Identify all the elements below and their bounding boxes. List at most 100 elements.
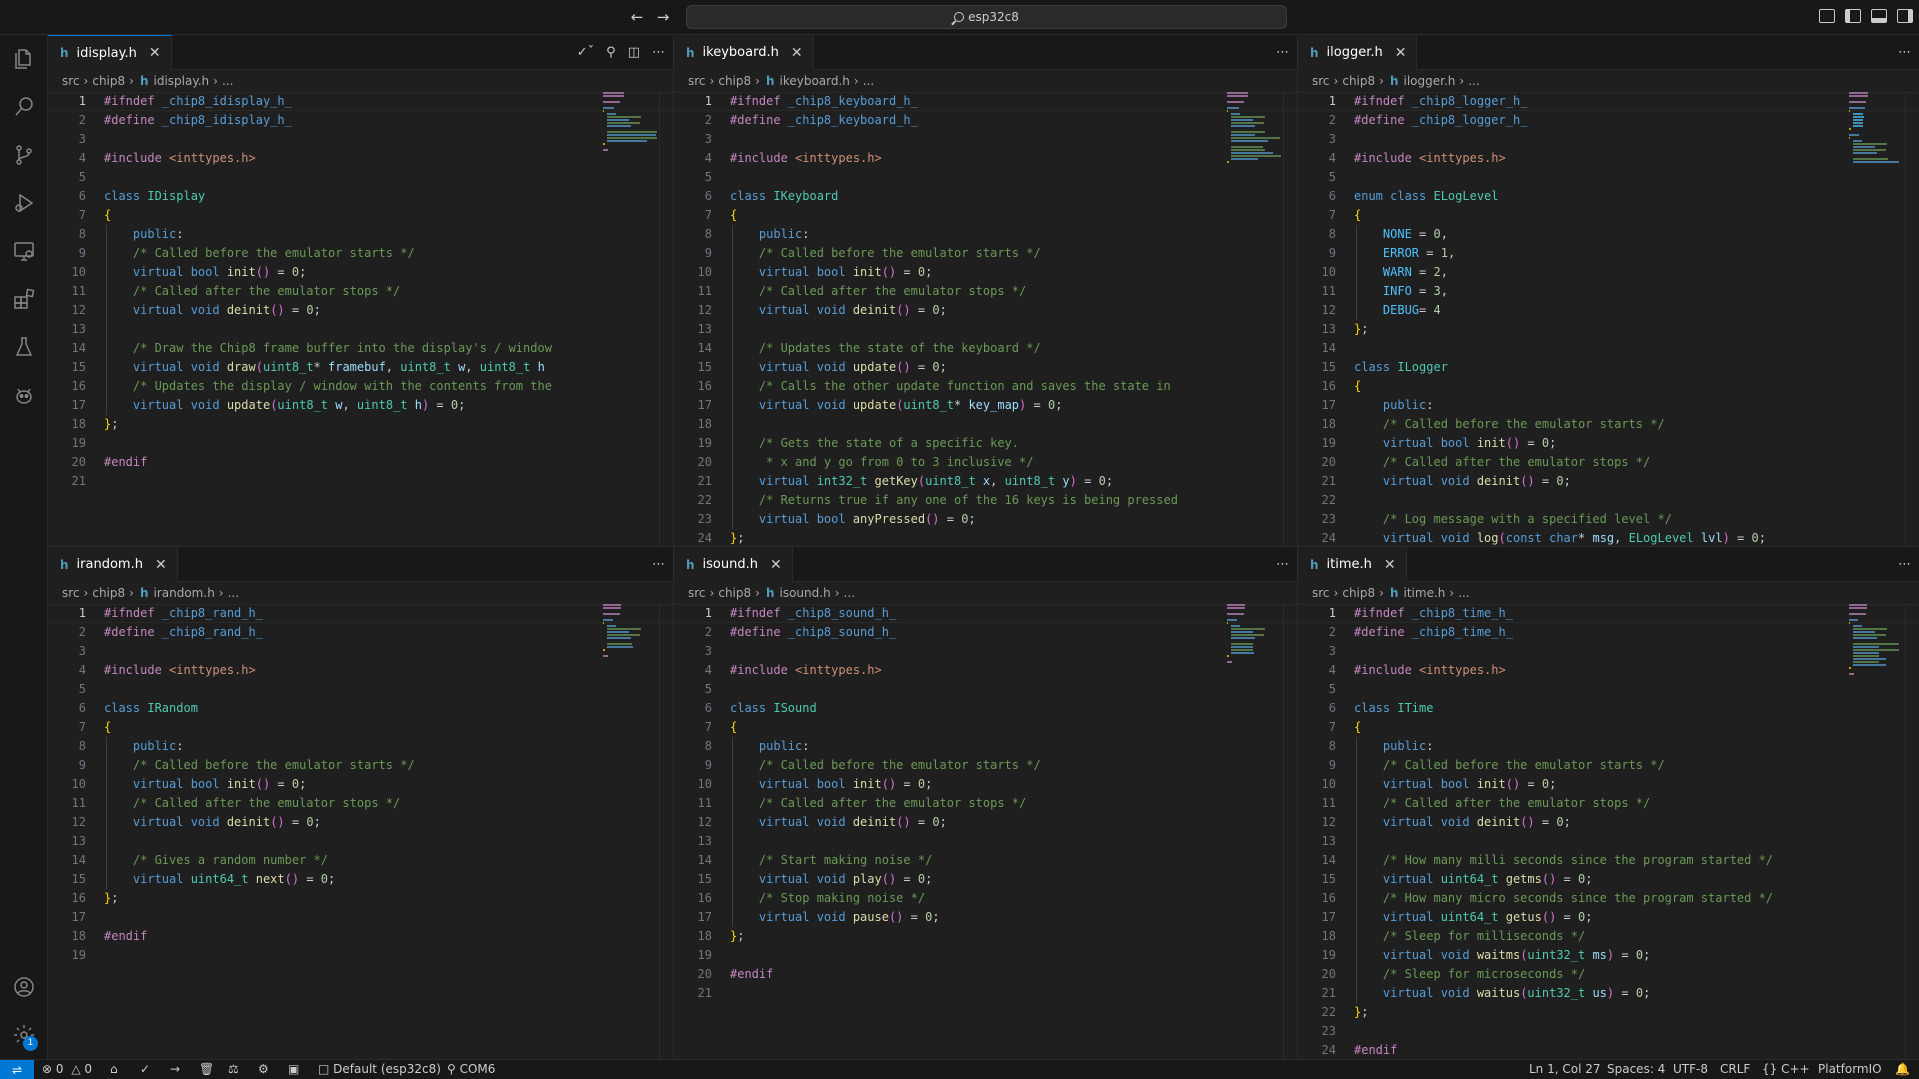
code-editor[interactable]: 1 2 3 4 5 6 7 8 9 10 11 12 13 14 15 16 17 18 19 20 21 22 23 24 #… [1298,92,1919,546]
editor-tab[interactable]: h ilogger.h ✕ [1298,35,1418,70]
language-mode-selector[interactable]: {} C++ [1762,1060,1810,1079]
breadcrumb-item[interactable]: src [688,74,706,88]
breadcrumb-item[interactable]: src [688,586,706,600]
notifications-bell-icon[interactable]: 🔔 [1895,1060,1910,1079]
breadcrumb-item[interactable]: src [62,586,80,600]
search-icon[interactable] [0,83,48,131]
breadcrumb-item[interactable]: itime.h [1404,586,1446,600]
more-actions-icon[interactable]: ⋯ [1276,45,1289,60]
cursor-position[interactable]: Ln 1, Col 27 [1529,1060,1601,1079]
extensions-icon[interactable] [0,275,48,323]
breadcrumb-item[interactable]: ... [222,74,233,88]
explorer-icon[interactable] [0,35,48,83]
vertical-scrollbar[interactable] [659,604,673,1059]
vertical-scrollbar[interactable] [1905,604,1919,1059]
breadcrumb-item[interactable]: ... [863,74,874,88]
toggle-primary-sidebar-icon[interactable] [1845,9,1861,23]
platformio-test-icon[interactable]: ⚖ [228,1060,239,1079]
settings-gear-icon[interactable]: 1 [0,1011,48,1059]
split-editor-icon[interactable]: ◫ [628,45,640,60]
breadcrumb-item[interactable]: src [1312,74,1330,88]
code-editor[interactable]: 1 2 3 4 5 6 7 8 9 10 11 12 13 14 15 16 17 18 19 20 21 #ifndef… [674,604,1297,1059]
vertical-scrollbar[interactable] [1905,92,1919,546]
remote-indicator-icon[interactable]: ⇌ [0,1060,34,1079]
forward-arrow-icon[interactable]: → [652,6,674,28]
back-arrow-icon[interactable]: ← [626,6,648,28]
breadcrumb-item[interactable]: chip8 [718,586,751,600]
breadcrumb-item[interactable]: chip8 [1342,74,1375,88]
eol-selector[interactable]: CRLF [1720,1060,1750,1079]
testing-icon[interactable] [0,323,48,371]
more-actions-icon[interactable]: ⋯ [652,557,665,572]
close-icon[interactable]: ✕ [770,557,782,573]
breadcrumb-item[interactable]: chip8 [92,74,125,88]
source-control-icon[interactable] [0,131,48,179]
platformio-plug-icon[interactable]: ⚲ [606,45,616,60]
minimap[interactable] [603,604,659,764]
breadcrumb-item[interactable]: ... [1458,586,1469,600]
platformio-home-icon[interactable]: ⌂ [110,1060,118,1079]
breadcrumb-item[interactable]: ... [844,586,855,600]
platformio-monitor-icon[interactable]: ⚙ [258,1060,269,1079]
code-editor[interactable]: 1 2 3 4 5 6 7 8 9 10 11 12 13 14 15 16 17 18 19 20 21 #ifndef… [48,92,673,546]
platformio-build-icon[interactable]: ✓ [140,1060,150,1079]
customize-layout-icon[interactable] [1819,9,1835,23]
more-actions-icon[interactable]: ⋯ [1898,557,1911,572]
platformio-status[interactable]: PlatformIO [1818,1060,1882,1079]
code-content[interactable]: #ifndef _chip8_logger_h_ #define _chip8_l… [1354,92,1849,546]
editor-tab[interactable]: h itime.h ✕ [1298,547,1407,582]
minimap[interactable] [1227,92,1283,252]
close-icon[interactable]: ✕ [1384,557,1396,573]
breadcrumb-item[interactable]: idisplay.h [154,74,210,88]
editor-tab[interactable]: h isound.h ✕ [674,547,793,582]
close-icon[interactable]: ✕ [791,45,803,61]
encoding-selector[interactable]: UTF-8 [1673,1060,1708,1079]
code-content[interactable]: #ifndef _chip8_time_h_ #define _chip8_tim… [1354,604,1849,1059]
command-center-search[interactable]: esp32c8 [686,5,1287,29]
editor-tab[interactable]: h idisplay.h ✕ [48,35,172,70]
code-editor[interactable]: 1 2 3 4 5 6 7 8 9 10 11 12 13 14 15 16 17 18 19 20 21 22 23 24 #… [1298,604,1919,1059]
code-editor[interactable]: 1 2 3 4 5 6 7 8 9 10 11 12 13 14 15 16 17 18 19 #ifndef _ch… [48,604,673,1059]
more-actions-icon[interactable]: ⋯ [1898,45,1911,60]
code-content[interactable]: #ifndef _chip8_idisplay_h_ #define _chip8… [104,92,603,491]
breadcrumb-item[interactable]: ilogger.h [1404,74,1456,88]
toggle-secondary-sidebar-icon[interactable] [1897,9,1913,23]
breadcrumb-item[interactable]: ... [1468,74,1479,88]
editor-group-divider[interactable] [673,35,674,1059]
minimap[interactable] [603,92,659,252]
breadcrumb-item[interactable]: chip8 [92,586,125,600]
code-content[interactable]: #ifndef _chip8_keyboard_h_ #define _chip8… [730,92,1227,546]
run-debug-icon[interactable] [0,179,48,227]
minimap[interactable] [1227,604,1283,764]
remote-explorer-icon[interactable] [0,227,48,275]
minimap[interactable] [1849,92,1905,252]
problems-indicator[interactable]: ⊗ 0 △ 0 [42,1060,92,1079]
editor-group-divider[interactable] [1297,35,1298,1059]
vertical-scrollbar[interactable] [1283,604,1297,1059]
minimap[interactable] [1849,604,1905,764]
close-icon[interactable]: ✕ [1395,45,1407,61]
code-editor[interactable]: 1 2 3 4 5 6 7 8 9 10 11 12 13 14 15 16 17 18 19 20 21 22 23 24 #… [674,92,1297,546]
breadcrumb-item[interactable]: src [62,74,80,88]
serial-port-switcher[interactable]: ⚲ COM6 [447,1060,495,1079]
more-actions-icon[interactable]: ⋯ [1276,557,1289,572]
breadcrumb-item[interactable]: src [1312,586,1330,600]
platformio-clean-icon[interactable]: 🗑 [199,1060,214,1079]
breadcrumb-item[interactable]: ... [228,586,239,600]
editor-group-divider[interactable] [48,546,1919,547]
breadcrumb-item[interactable]: ikeyboard.h [780,74,850,88]
breadcrumb-item[interactable]: isound.h [780,586,831,600]
platformio-upload-icon[interactable]: → [170,1060,180,1079]
close-icon[interactable]: ✕ [155,557,167,573]
breadcrumb-item[interactable]: irandom.h [154,586,215,600]
code-content[interactable]: #ifndef _chip8_rand_h_ #define _chip8_ran… [104,604,603,965]
editor-tab[interactable]: h ikeyboard.h ✕ [674,35,814,70]
editor-tab[interactable]: h irandom.h ✕ [48,547,178,582]
indentation-selector[interactable]: Spaces: 4 [1607,1060,1665,1079]
toggle-panel-icon[interactable] [1871,9,1887,23]
close-icon[interactable]: ✕ [149,45,161,61]
breadcrumb-item[interactable]: chip8 [718,74,751,88]
platformio-terminal-icon[interactable]: ▣ [288,1060,299,1079]
build-check-icon[interactable]: ✓ˇ [577,45,594,60]
accounts-icon[interactable] [0,963,48,1011]
